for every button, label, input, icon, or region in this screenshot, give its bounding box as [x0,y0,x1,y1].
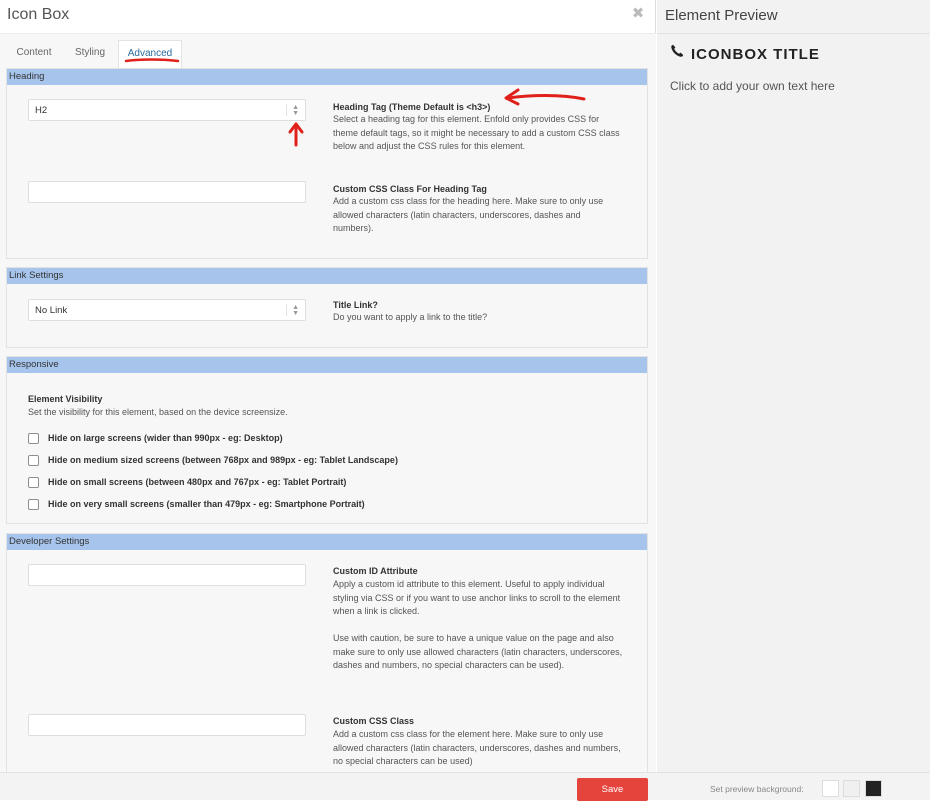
modal-title: Icon Box [7,6,70,23]
custom-id-warning: Use with caution, be sure to have a uniq… [333,633,623,670]
custom-css-class-input[interactable] [28,714,306,736]
close-icon[interactable]: ✖ [631,6,645,21]
chevron-updown-icon: ▲ ▼ [292,304,299,317]
custom-id-input[interactable] [28,564,306,586]
swatch-black[interactable] [865,780,882,797]
tab-bar: Content Styling Advanced [0,33,656,69]
heading-css-class-description: Add a custom css class for the heading h… [333,196,604,233]
custom-id-description: Apply a custom id attribute to this elem… [333,579,621,616]
custom-id-title: Custom ID Attribute [333,566,418,576]
section-header-responsive: Responsive [7,357,647,373]
checkbox-label: Hide on medium sized screens (between 76… [48,455,398,465]
developer-settings-section: Developer Settings Custom ID Attribute A… [6,533,648,772]
swatch-white[interactable] [822,780,839,797]
hide-large-screens-checkbox[interactable] [28,433,39,444]
responsive-section: Responsive Element Visibility Set the vi… [6,356,648,524]
checkbox-label: Hide on very small screens (smaller than… [48,499,365,509]
iconbox-title[interactable]: ICONBOX TITLE [691,46,820,63]
hide-medium-screens-checkbox[interactable] [28,455,39,466]
modal-footer: Save Set preview background: [0,772,930,801]
preview-background-label: Set preview background: [710,784,804,794]
title-link-select[interactable]: No Link ▲ ▼ [28,299,306,321]
save-button[interactable]: Save [577,778,648,801]
section-header-link-settings: Link Settings [7,268,647,284]
advanced-tab-content: Heading H2 ▲ ▼ Heading Tag (Theme Default… [0,68,656,772]
section-header-developer-settings: Developer Settings [7,534,647,550]
tab-advanced[interactable]: Advanced [118,40,182,69]
title-link-title: Title Link? [333,300,378,310]
heading-css-class-title: Custom CSS Class For Heading Tag [333,184,487,194]
heading-tag-select[interactable]: H2 ▲ ▼ [28,99,306,121]
element-preview-panel: Element Preview ICONBOX TITLE Click to a… [657,0,930,772]
chevron-updown-icon: ▲ ▼ [292,104,299,117]
hide-small-screens-checkbox[interactable] [28,477,39,488]
element-visibility-description: Set the visibility for this element, bas… [28,407,288,417]
checkbox-label: Hide on small screens (between 480px and… [48,477,347,487]
heading-tag-description: Select a heading tag for this element. E… [333,114,620,151]
element-visibility-title: Element Visibility [28,394,103,404]
link-settings-section: Link Settings No Link ▲ ▼ Title Link? Do … [6,267,648,348]
icon-box-modal: Icon Box ✖ Content Styling Advanced Head… [0,0,656,800]
divider [657,33,930,34]
custom-css-class-description: Add a custom css class for the element h… [333,729,621,766]
tab-styling[interactable]: Styling [62,40,118,69]
checkbox-label: Hide on large screens (wider than 990px … [48,433,283,443]
heading-tag-select-value: H2 [35,105,48,116]
select-divider [286,304,287,316]
custom-css-class-title: Custom CSS Class [333,716,415,726]
title-link-select-value: No Link [35,305,68,316]
select-divider [286,104,287,116]
heading-section: Heading H2 ▲ ▼ Heading Tag (Theme Default… [6,68,648,259]
phone-icon [671,44,684,57]
hide-very-small-screens-checkbox[interactable] [28,499,39,510]
modal-header: Icon Box ✖ [0,0,656,33]
tab-content[interactable]: Content [6,40,62,69]
heading-tag-title: Heading Tag (Theme Default is <h3>) [333,102,491,112]
title-link-description: Do you want to apply a link to the title… [333,312,488,322]
heading-css-class-input[interactable] [28,181,306,203]
swatch-light-gray[interactable] [843,780,860,797]
preview-title: Element Preview [665,7,778,24]
section-header-heading: Heading [7,69,647,85]
iconbox-text[interactable]: Click to add your own text here [670,79,835,93]
